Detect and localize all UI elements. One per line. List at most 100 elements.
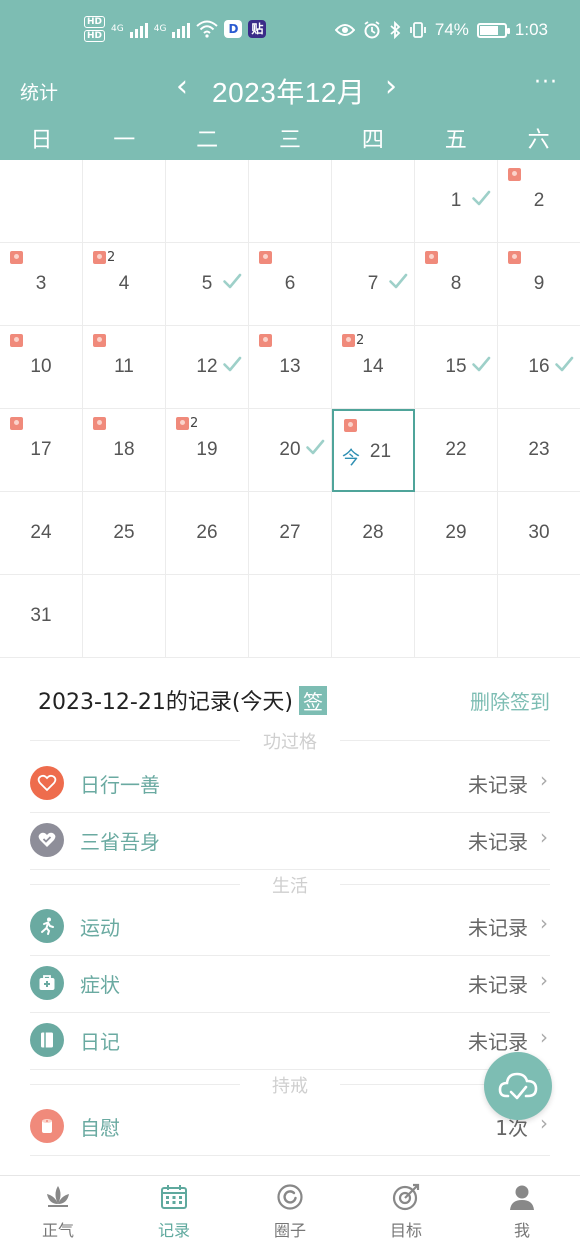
- record-row-symptoms[interactable]: 症状 未记录 ›: [30, 956, 550, 1013]
- clock: 1:03: [514, 20, 548, 39]
- roll-count: 2: [356, 333, 365, 348]
- calendar-day-cell[interactable]: 3: [0, 243, 83, 326]
- record-row-good-deed[interactable]: 日行一善 未记录 ›: [30, 756, 550, 813]
- record-name: 日行一善: [80, 773, 160, 797]
- weekday-label: 四: [361, 128, 384, 153]
- record-row-diary[interactable]: 日记 未记录 ›: [30, 1013, 550, 1070]
- battery-percent: 74%: [434, 20, 469, 39]
- roll-icon: [508, 251, 521, 264]
- calendar-day-cell[interactable]: 31: [0, 575, 83, 658]
- checkmark-icon: [471, 354, 491, 374]
- calendar-day-cell[interactable]: 5: [166, 243, 249, 326]
- battery-icon: [476, 22, 510, 38]
- roll-icon: [259, 251, 272, 264]
- calendar-day-cell[interactable]: 今 21: [332, 409, 415, 492]
- calendar-day-cell[interactable]: 6: [249, 243, 332, 326]
- calendar-day-cell[interactable]: 11: [83, 326, 166, 409]
- heart-check-icon: [30, 823, 64, 857]
- day-number: 23: [528, 439, 550, 460]
- calendar-day-cell[interactable]: 29: [415, 492, 498, 575]
- status-bar: HD HD 4G 4G D 贴 74% 1:03: [0, 0, 580, 64]
- cloud-sync-button[interactable]: [484, 1052, 552, 1120]
- day-number: 28: [362, 522, 384, 543]
- tab-zhengqi[interactable]: 正气: [0, 1176, 116, 1241]
- calendar-icon: [161, 1185, 187, 1209]
- calendar-day-cell[interactable]: 2: [498, 160, 580, 243]
- checkmark-icon: [222, 354, 242, 374]
- calendar-day-cell[interactable]: 10: [0, 326, 83, 409]
- calendar-day-cell[interactable]: 15: [415, 326, 498, 409]
- calendar-day-cell[interactable]: 23: [498, 409, 580, 492]
- calendar-day-cell[interactable]: 13: [249, 326, 332, 409]
- prev-month-button[interactable]: ‹: [176, 72, 188, 102]
- calendar-empty-cell: [498, 575, 580, 658]
- tab-records[interactable]: 记录: [116, 1176, 232, 1241]
- running-icon: [30, 909, 64, 943]
- calendar-day-cell[interactable]: 28: [332, 492, 415, 575]
- calendar-day-cell[interactable]: 25: [83, 492, 166, 575]
- calendar-day-cell[interactable]: 26: [166, 492, 249, 575]
- records-title: 2023-12-21的记录(今天) 签: [38, 684, 328, 716]
- calendar-day-cell[interactable]: 18: [83, 409, 166, 492]
- day-number: 31: [30, 605, 52, 626]
- record-row-self-reflection[interactable]: 三省吾身 未记录 ›: [30, 813, 550, 870]
- calendar-empty-cell: [249, 575, 332, 658]
- record-row-exercise[interactable]: 运动 未记录 ›: [30, 899, 550, 956]
- net-label: 4G: [153, 24, 167, 34]
- calendar-day-cell[interactable]: 22: [415, 409, 498, 492]
- signed-badge: 签: [299, 686, 328, 715]
- record-name: 症状: [80, 973, 120, 997]
- day-number: 2: [533, 190, 545, 211]
- divider: [340, 740, 550, 741]
- record-name: 三省吾身: [80, 830, 160, 854]
- calendar-day-cell[interactable]: 17: [0, 409, 83, 492]
- person-icon: [510, 1185, 534, 1210]
- tab-circle[interactable]: 圈子: [232, 1176, 348, 1241]
- heart-icon: [30, 766, 64, 800]
- calendar-day-cell[interactable]: 16: [498, 326, 580, 409]
- record-value: 未记录: [468, 973, 528, 997]
- record-value: 未记录: [468, 773, 528, 797]
- calendar-day-cell[interactable]: 27: [249, 492, 332, 575]
- delete-sign-button[interactable]: 删除签到: [470, 686, 550, 715]
- more-menu-button[interactable]: ···: [534, 70, 558, 95]
- checkmark-icon: [222, 271, 242, 291]
- roll-icon: [10, 251, 23, 264]
- tab-label: 目标: [389, 1221, 422, 1240]
- record-value: 未记录: [468, 830, 528, 854]
- roll-icon: [508, 168, 521, 181]
- day-number: 29: [445, 522, 467, 543]
- calendar-day-cell[interactable]: 20: [249, 409, 332, 492]
- next-month-button[interactable]: ›: [385, 72, 397, 102]
- calendar-day-cell[interactable]: 12: [166, 326, 249, 409]
- alarm-icon: [364, 21, 380, 39]
- tab-goals[interactable]: 目标: [348, 1176, 464, 1241]
- calendar-day-cell[interactable]: 8: [415, 243, 498, 326]
- roll-count: 2: [107, 250, 116, 265]
- day-number: 27: [279, 522, 301, 543]
- calendar-day-cell[interactable]: 24: [83, 243, 166, 326]
- record-row-masturbation[interactable]: 自慰 1次 ›: [30, 1099, 550, 1156]
- calendar-day-cell[interactable]: 30: [498, 492, 580, 575]
- hd-icon: HD: [84, 30, 106, 42]
- calendar-day-cell[interactable]: 2 14: [332, 326, 415, 409]
- day-number: 14: [362, 356, 384, 377]
- stats-button[interactable]: 统计: [20, 78, 58, 105]
- record-value: 未记录: [468, 916, 528, 940]
- record-value: 未记录: [468, 1030, 528, 1054]
- weekday-label: 五: [444, 128, 467, 153]
- chevron-right-icon: ›: [540, 1025, 548, 1049]
- chevron-right-icon: ›: [540, 911, 548, 935]
- calendar-day-cell[interactable]: 1: [415, 160, 498, 243]
- calendar-day-cell[interactable]: 9: [498, 243, 580, 326]
- calendar-day-cell[interactable]: 7: [332, 243, 415, 326]
- signal-icon: [129, 20, 148, 38]
- roll-icon: [425, 251, 438, 264]
- day-number: 24: [30, 522, 52, 543]
- month-title[interactable]: 2023年12月: [212, 71, 365, 111]
- calendar-empty-cell: [83, 575, 166, 658]
- day-number: 25: [113, 522, 135, 543]
- calendar-day-cell[interactable]: 24: [0, 492, 83, 575]
- tab-me[interactable]: 我: [464, 1176, 580, 1241]
- calendar-day-cell[interactable]: 2 19: [166, 409, 249, 492]
